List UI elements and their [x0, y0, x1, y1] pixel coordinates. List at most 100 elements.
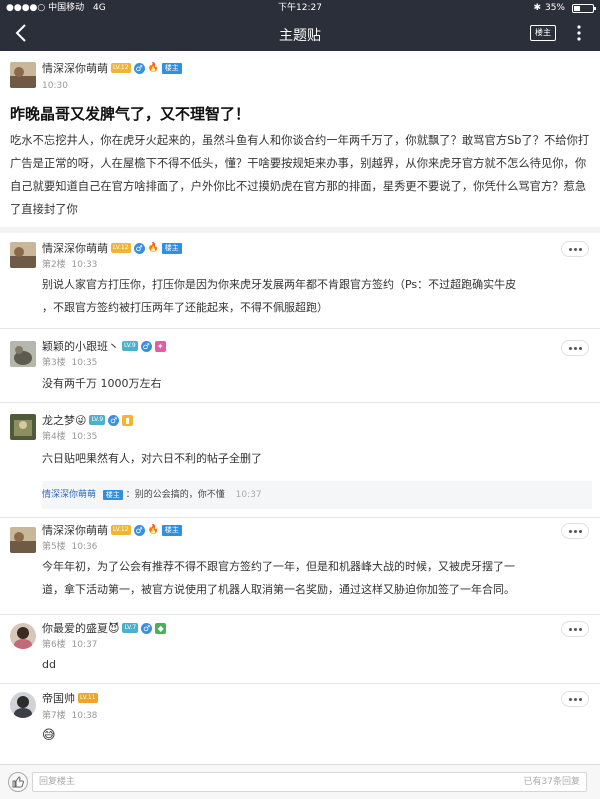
reply-count: 已有37条回复 — [523, 777, 580, 787]
thumbs-up-icon[interactable] — [8, 772, 28, 792]
male-icon: ♂ — [133, 242, 145, 254]
male-icon: ♂ — [133, 524, 145, 536]
author-name[interactable]: 情深深你萌萌 — [42, 240, 108, 256]
reply-floor-7: 帝国帅 LV.11 第7楼 10:38 😅 — [0, 684, 600, 764]
reply-floor-5: 情深深你萌萌 LV.12 ♂ 🔥 楼主 第5楼 10:36 今年年初，为了公会有… — [0, 518, 600, 614]
rank-medal-icon: ▮ — [122, 414, 134, 426]
reply-time: 10:35 — [71, 432, 98, 442]
sub-reply[interactable]: 情深深你萌萌 楼主 ：别的公会搞的，你不懂 10:37 — [42, 481, 592, 509]
status-bar: ●●●●○ 中国移动 4G 下午12:27 ✱ 35% — [0, 0, 600, 16]
more-options-button[interactable] — [561, 691, 589, 707]
author-name[interactable]: 情深深你萌萌 — [42, 60, 108, 76]
level-badge: LV.7 — [122, 623, 139, 633]
reply-text: dd — [42, 658, 56, 671]
reply-floor-6: 你最爱的盛夏😈 LV.7 ♂ ◆ 第6楼 10:37 dd — [0, 615, 600, 683]
only-owner-button[interactable]: 楼主 — [530, 25, 556, 41]
reply-author-row: 颖颖的小跟班丶 LV.9 ♂ ✦ — [42, 339, 166, 353]
post-author-row: 情深深你萌萌 LV.12 ♂ 🔥 楼主 — [42, 61, 182, 75]
reply-text: 六日贴吧果然有人，对六日不利的帖子全删了 — [42, 452, 262, 465]
floor-number: 第4楼 — [42, 432, 66, 442]
reply-meta: 第3楼 10:35 — [42, 355, 97, 368]
fire-icon: 🔥 — [147, 243, 159, 253]
author-name[interactable]: 帝国帅 — [42, 690, 75, 706]
owner-badge: 楼主 — [161, 62, 182, 74]
avatar[interactable] — [10, 623, 36, 649]
floor-number: 第5楼 — [42, 542, 66, 552]
level-badge: LV.12 — [111, 63, 131, 73]
male-icon: ♂ — [133, 62, 145, 74]
owner-badge: 楼主 — [102, 490, 123, 500]
reply-text: 没有两千万 1000万左右 — [42, 377, 162, 390]
fire-icon: 🔥 — [147, 63, 159, 73]
reply-meta: 第7楼 10:38 — [42, 708, 97, 721]
reply-time: 10:38 — [71, 711, 98, 721]
avatar[interactable] — [10, 692, 36, 718]
level-badge: LV.9 — [122, 341, 138, 351]
reply-time: 10:36 — [71, 542, 98, 552]
reply-text: 😅 — [42, 728, 56, 743]
battery-percent: 35% — [544, 3, 565, 13]
avatar[interactable] — [10, 414, 36, 440]
male-icon: ♂ — [141, 622, 153, 634]
floor-number: 第7楼 — [42, 711, 66, 721]
post-title: 昨晚晶哥又发脾气了，又不理智了！ — [10, 105, 251, 123]
nav-bar: 主题贴 楼主 — [0, 16, 600, 51]
reply-text: 今年年初，为了公会有推荐不得不跟官方签约了一年，但是和机器峰大战的时候，又被虎牙… — [42, 560, 515, 596]
reply-time: 10:33 — [71, 260, 98, 270]
bluetooth-icon: ✱ — [533, 3, 541, 13]
level-badge: LV.12 — [111, 243, 131, 253]
more-options-button[interactable] — [561, 340, 589, 356]
battery-info: ✱ 35% — [533, 0, 596, 16]
owner-badge: 楼主 — [161, 242, 182, 254]
reply-meta: 第4楼 10:35 — [42, 429, 97, 442]
floor-number: 第3楼 — [42, 358, 66, 368]
author-name[interactable]: 颖颖的小跟班丶 — [42, 338, 119, 354]
reply-author-row: 情深深你萌萌 LV.12 ♂ 🔥 楼主 — [42, 523, 182, 537]
floor-number: 第2楼 — [42, 260, 66, 270]
level-badge: LV.12 — [111, 525, 131, 535]
rank-medal-icon: ◆ — [155, 622, 167, 634]
more-options-button[interactable] — [561, 523, 589, 539]
reply-meta: 第5楼 10:36 — [42, 539, 97, 552]
reply-meta: 第2楼 10:33 — [42, 257, 97, 270]
avatar[interactable] — [10, 527, 36, 553]
sub-reply-time: 10:37 — [235, 490, 262, 500]
post-time: 10:30 — [42, 81, 68, 91]
reply-bar: 回复楼主 已有37条回复 — [0, 764, 600, 799]
page-title: 主题贴 — [279, 28, 321, 44]
battery-icon — [572, 3, 596, 13]
reply-author-row: 帝国帅 LV.11 — [42, 691, 98, 705]
fire-icon: 🔥 — [147, 525, 159, 535]
reply-author-row: 你最爱的盛夏😈 LV.7 ♂ ◆ — [42, 620, 167, 636]
avatar[interactable] — [10, 62, 36, 88]
main-post: 情深深你萌萌 LV.12 ♂ 🔥 楼主 10:30 昨晚晶哥又发脾气了，又不理智… — [0, 51, 600, 227]
reply-placeholder: 回复楼主 — [39, 777, 76, 787]
reply-author-row: 龙之梦😜 LV.9 ♂ ▮ — [42, 412, 134, 428]
reply-author-row: 情深深你萌萌 LV.12 ♂ 🔥 楼主 — [42, 241, 182, 255]
reply-floor-4: 龙之梦😜 LV.9 ♂ ▮ 第4楼 10:35 六日贴吧果然有人，对六日不利的帖… — [0, 403, 600, 517]
reply-time: 10:37 — [71, 640, 98, 650]
more-options-button[interactable] — [561, 621, 589, 637]
avatar[interactable] — [10, 242, 36, 268]
reply-input[interactable]: 回复楼主 已有37条回复 — [32, 772, 587, 792]
star-medal-icon: ✦ — [154, 340, 166, 352]
avatar[interactable] — [10, 341, 36, 367]
more-options-button[interactable] — [561, 241, 589, 257]
owner-badge: 楼主 — [161, 524, 182, 536]
level-badge: LV.11 — [78, 693, 98, 703]
reply-floor-2: 情深深你萌萌 LV.12 ♂ 🔥 楼主 第2楼 10:33 别说人家官方打压你，… — [0, 233, 600, 328]
sub-reply-author[interactable]: 情深深你萌萌 — [42, 490, 96, 500]
post-body: 吃水不忘挖井人，你在虎牙火起来的，虽然斗鱼有人和你谈合约一年两千万了，你就飘了？… — [10, 134, 590, 216]
author-name[interactable]: 龙之梦😜 — [42, 412, 86, 428]
clock: 下午12:27 — [278, 3, 322, 13]
reply-time: 10:35 — [71, 358, 98, 368]
author-name[interactable]: 情深深你萌萌 — [42, 522, 108, 538]
reply-text: 别说人家官方打压你，打压你是因为你来虎牙发展两年都不肯跟官方签约（Ps：不过超跑… — [42, 278, 517, 314]
more-vertical-icon[interactable] — [574, 24, 584, 42]
reply-meta: 第6楼 10:37 — [42, 637, 97, 650]
author-name[interactable]: 你最爱的盛夏😈 — [42, 620, 119, 636]
floor-number: 第6楼 — [42, 640, 66, 650]
sub-reply-text: ：别的公会搞的，你不懂 — [125, 490, 225, 500]
male-icon: ♂ — [140, 340, 152, 352]
reply-floor-3: 颖颖的小跟班丶 LV.9 ♂ ✦ 第3楼 10:35 没有两千万 1000万左右 — [0, 329, 600, 402]
